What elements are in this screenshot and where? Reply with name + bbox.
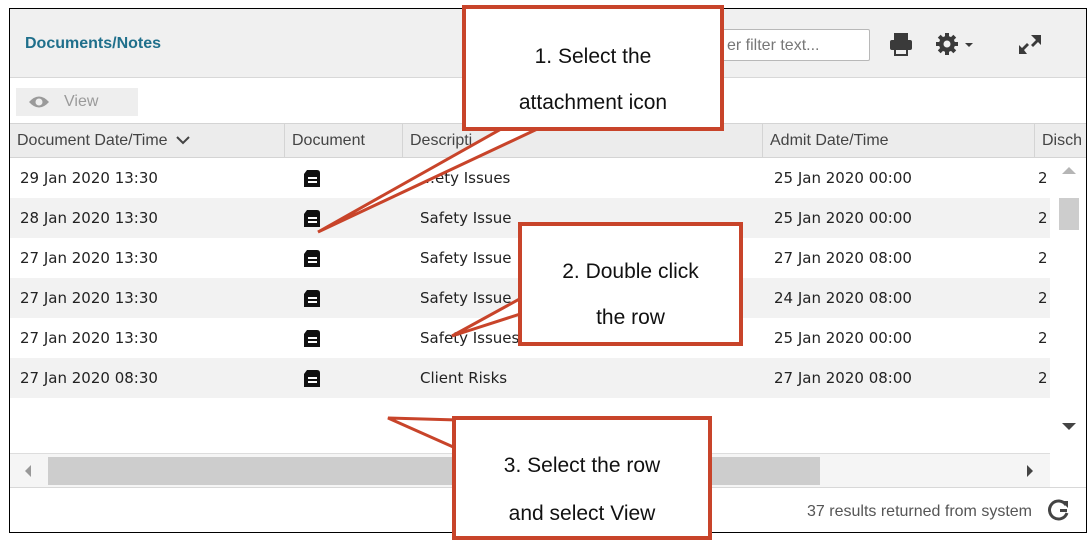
callout-line: the row: [596, 306, 665, 329]
callout-line: and select View: [508, 502, 656, 525]
callout-line: attachment icon: [518, 91, 668, 114]
callout-line: 1. Select the: [534, 45, 652, 68]
callout-line: 3. Select the row: [503, 454, 661, 477]
callout-double-click: 2. Double click the row: [518, 222, 743, 346]
callout-select-attachment: 1. Select the attachment icon: [462, 5, 724, 131]
callout-line: 2. Double click: [562, 260, 699, 283]
callout-select-view: 3. Select the row and select View: [452, 416, 712, 540]
